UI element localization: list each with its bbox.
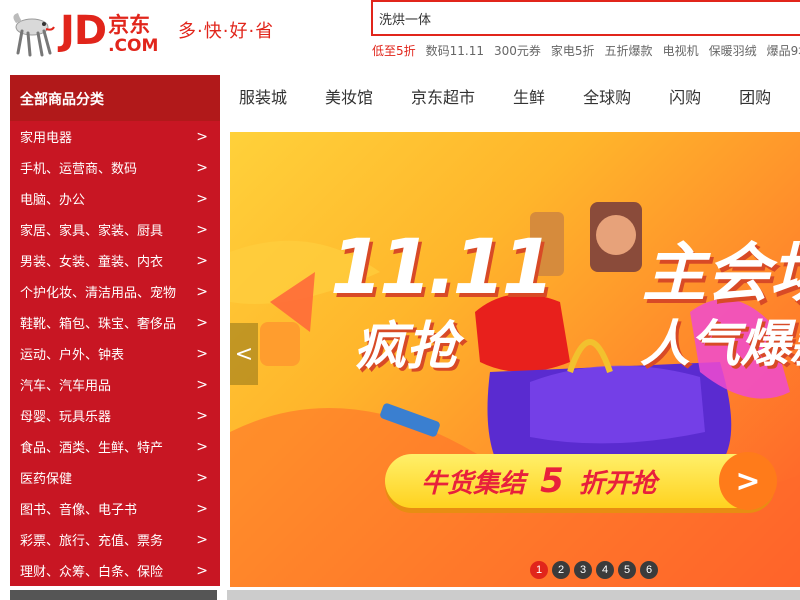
banner-subtitle-left: 疯抢: [354, 317, 459, 377]
nav-link[interactable]: 服装城: [239, 75, 287, 121]
chevron-right-icon: >: [196, 438, 208, 455]
nav-link[interactable]: 团购: [739, 75, 771, 121]
chevron-right-icon: >: [196, 221, 208, 238]
chevron-right-icon: >: [196, 469, 208, 486]
category-label: 运动、户外、钟表: [20, 348, 125, 363]
carousel-dot[interactable]: 4: [596, 561, 614, 579]
bottom-strip: [0, 590, 800, 600]
chevron-right-icon: >: [196, 190, 208, 207]
chevron-right-icon: >: [196, 283, 208, 300]
carousel-dot[interactable]: 1: [530, 561, 548, 579]
category-item[interactable]: 汽车、汽车用品 >: [10, 369, 220, 400]
search-box: [371, 0, 800, 36]
category-label: 图书、音像、电子书: [20, 503, 138, 518]
category-item[interactable]: 医药保健 >: [10, 462, 220, 493]
hotword-link[interactable]: 数码11.11: [426, 42, 484, 59]
chevron-right-icon: >: [196, 407, 208, 424]
hotword-link[interactable]: 五折爆款: [605, 42, 653, 59]
category-label: 理财、众筹、白条、保险: [20, 565, 164, 580]
jd-logo-cn: 京东: [108, 13, 151, 37]
category-label: 家用电器: [20, 131, 73, 146]
nav-link[interactable]: 京东超市: [411, 75, 475, 121]
chevron-right-icon: >: [196, 376, 208, 393]
nav-link[interactable]: 生鲜: [513, 75, 545, 121]
banner-title-number: 11.11: [330, 222, 554, 311]
category-label: 鞋靴、箱包、珠宝、奢侈品: [20, 317, 177, 332]
category-item[interactable]: 图书、音像、电子书 >: [10, 493, 220, 524]
category-label: 彩票、旅行、充值、票务: [20, 534, 164, 549]
hotword-link[interactable]: 保暖羽绒: [709, 42, 757, 59]
category-label: 食品、酒类、生鲜、特产: [20, 441, 164, 456]
main-nav: 服装城 美妆馆 京东超市 生鲜 全球购 闪购 团购: [220, 75, 790, 121]
category-label: 个护化妆、清洁用品、宠物: [20, 286, 177, 301]
banner-cta-button[interactable]: 牛货集结 5 折开抢 >: [385, 452, 777, 510]
category-item[interactable]: 理财、众筹、白条、保险 >: [10, 555, 220, 586]
carousel-dots: 123456: [530, 561, 662, 579]
category-item[interactable]: 个护化妆、清洁用品、宠物 >: [10, 276, 220, 307]
category-item[interactable]: 家用电器 >: [10, 121, 220, 152]
banner-cta-text: 牛货集结 5 折开抢: [421, 461, 657, 501]
chevron-right-icon: >: [196, 345, 208, 362]
all-categories-header[interactable]: 全部商品分类: [10, 75, 220, 121]
chevron-right-icon: >: [196, 531, 208, 548]
category-item[interactable]: 母婴、玩具乐器 >: [10, 400, 220, 431]
nav-link[interactable]: 闪购: [669, 75, 701, 121]
nav-link[interactable]: 全球购: [583, 75, 631, 121]
chevron-right-icon: >: [196, 159, 208, 176]
category-item[interactable]: 男装、女装、童装、内衣 >: [10, 245, 220, 276]
category-item[interactable]: 手机、运营商、数码 >: [10, 152, 220, 183]
category-label: 母婴、玩具乐器: [20, 410, 112, 425]
category-sidebar: 家用电器 > 手机、运营商、数码 > 电脑、办公 > 家居、家具、家装、厨具 > 男装、女装、童…: [10, 121, 220, 586]
hotword-link[interactable]: 家电5折: [551, 42, 595, 59]
category-label: 手机、运营商、数码: [20, 162, 138, 177]
category-item[interactable]: 食品、酒类、生鲜、特产 >: [10, 431, 220, 462]
category-label: 男装、女装、童装、内衣: [20, 255, 164, 270]
slogan: 多·快·好·省: [178, 21, 275, 42]
carousel-prev-button[interactable]: <: [230, 323, 258, 385]
carousel-dot[interactable]: 5: [618, 561, 636, 579]
category-item[interactable]: 电脑、办公 >: [10, 183, 220, 214]
carousel-dot[interactable]: 6: [640, 561, 658, 579]
category-label: 汽车、汽车用品: [20, 379, 112, 394]
hotword-link[interactable]: 电视机: [663, 42, 699, 59]
carousel-dot[interactable]: 2: [552, 561, 570, 579]
category-item[interactable]: 鞋靴、箱包、珠宝、奢侈品 >: [10, 307, 220, 338]
banner-title-main: 主会场: [642, 237, 800, 311]
hotwords-bar: 低至5折数码11.11 300元券家电5折五折爆款电视机保暖羽绒爆品9块: [372, 42, 800, 59]
category-label: 家居、家具、家装、厨具: [20, 224, 164, 239]
hotword-link[interactable]: 300元券: [494, 42, 541, 59]
banner-subtitle-right: 人气爆款: [640, 315, 800, 373]
jd-homepage: JD 京东 .COM 多·快·好·省 低至5折数码11.11 300元券家电5折五…: [0, 0, 800, 600]
jd-logo-com: .COM: [108, 36, 159, 56]
chevron-right-icon: >: [196, 252, 208, 269]
category-item[interactable]: 彩票、旅行、充值、票务 >: [10, 524, 220, 555]
chevron-right-icon: >: [196, 314, 208, 331]
category-label: 医药保健: [20, 472, 73, 487]
nav-link[interactable]: 美妆馆: [325, 75, 373, 121]
chevron-right-icon: >: [196, 562, 208, 579]
promo-banner[interactable]: 11.11 主会场 疯抢 人气爆款 牛货集结 5 折开抢 >: [230, 132, 800, 587]
carousel-dot[interactable]: 3: [574, 561, 592, 579]
jd-logo-text: JD: [60, 8, 107, 54]
category-item[interactable]: 运动、户外、钟表 >: [10, 338, 220, 369]
jd-dog-mascot-icon: [8, 9, 58, 61]
chevron-right-icon: >: [196, 500, 208, 517]
search-input[interactable]: [373, 2, 800, 34]
chevron-right-icon: >: [196, 128, 208, 145]
category-label: 电脑、办公: [20, 193, 86, 208]
chevron-right-icon[interactable]: >: [719, 452, 777, 510]
category-item[interactable]: 家居、家具、家装、厨具 >: [10, 214, 220, 245]
hotword-link[interactable]: 低至5折: [372, 42, 416, 59]
hotword-link[interactable]: 爆品9块: [767, 42, 800, 59]
